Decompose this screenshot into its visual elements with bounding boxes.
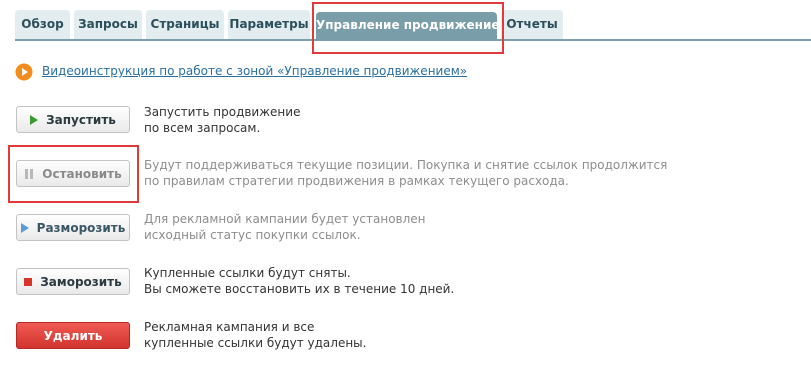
unfreeze-button-label: Разморозить bbox=[36, 220, 126, 235]
stop-description: Будут поддерживаться текущие позиции. По… bbox=[144, 158, 668, 188]
start-button-label: Запустить bbox=[46, 112, 116, 127]
tab-parameters[interactable]: Параметры bbox=[228, 10, 310, 39]
freeze-button[interactable]: Заморозить bbox=[16, 268, 130, 295]
play-icon bbox=[15, 63, 33, 81]
delete-button-label: Удалить bbox=[43, 328, 103, 343]
play-icon bbox=[20, 222, 29, 233]
tab-overview[interactable]: Обзор bbox=[15, 10, 70, 39]
freeze-button-label: Заморозить bbox=[40, 274, 122, 289]
freeze-description: Купленные ссылки будут сняты. Вы сможете… bbox=[144, 266, 455, 296]
video-instruction-link[interactable]: Видеоинструкция по работе с зоной «Управ… bbox=[42, 64, 467, 78]
start-description: Запустить продвижение по всем запросам. bbox=[144, 105, 301, 135]
tab-pages[interactable]: Страницы bbox=[146, 10, 224, 39]
unfreeze-description: Для рекламной кампании будет установлен … bbox=[144, 212, 426, 242]
delete-description: Рекламная кампания и все купленные ссылк… bbox=[144, 320, 367, 350]
active-tab-highlight bbox=[312, 2, 504, 54]
stop-icon bbox=[24, 277, 33, 286]
start-button[interactable]: Запустить bbox=[16, 106, 130, 133]
delete-button[interactable]: Удалить bbox=[16, 322, 130, 349]
tab-queries[interactable]: Запросы bbox=[74, 10, 142, 39]
unfreeze-button[interactable]: Разморозить bbox=[16, 214, 130, 241]
stop-button-highlight bbox=[8, 145, 139, 203]
tab-reports[interactable]: Отчеты bbox=[501, 10, 563, 39]
play-icon bbox=[30, 114, 39, 125]
